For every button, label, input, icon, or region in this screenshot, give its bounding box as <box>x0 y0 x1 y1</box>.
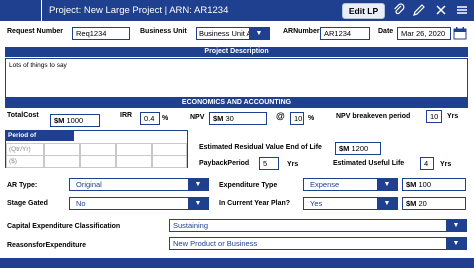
chevron-down-icon[interactable]: ▼ <box>377 198 397 209</box>
ar-number-label: ARNumber <box>283 28 320 35</box>
request-number-field[interactable]: Req1234 <box>72 27 130 40</box>
stage-gated-label: Stage Gated <box>7 200 48 207</box>
grid-cell[interactable] <box>44 155 80 168</box>
date-field[interactable]: Mar 26, 2020 <box>397 27 451 40</box>
capex-classification-label: Capital Expenditure Classification <box>7 223 121 230</box>
irr-unit: % <box>162 115 169 122</box>
total-cost-prefix: $M <box>54 116 67 125</box>
pencil-icon[interactable] <box>412 3 426 17</box>
page-title: Project: New Large Project | ARN: AR1234 <box>49 5 229 16</box>
date-label: Date <box>378 28 394 35</box>
project-description-field[interactable]: Lots of things to say <box>5 58 468 98</box>
chevron-down-icon[interactable]: ▼ <box>377 179 397 190</box>
chevron-down-icon[interactable]: ▼ <box>446 238 466 249</box>
at-symbol: @ <box>276 111 285 121</box>
useful-life-field[interactable]: 4 <box>420 157 434 170</box>
edit-lp-button[interactable]: Edit LP <box>342 3 385 19</box>
npv-label: NPV <box>190 114 205 121</box>
economics-header: ECONOMICS AND ACCOUNTING <box>5 98 468 108</box>
expenditure-amount-prefix: $M <box>406 180 419 189</box>
request-number-label: Request Number <box>7 28 64 35</box>
chevron-down-icon[interactable]: ▼ <box>188 179 208 190</box>
npv-value: 30 <box>225 114 234 123</box>
useful-life-unit: Yrs <box>440 161 452 168</box>
calendar-icon[interactable] <box>453 26 467 40</box>
chevron-down-icon[interactable]: ▼ <box>249 28 269 39</box>
reason-label: ReasonsforExpenditure <box>7 242 86 249</box>
current-year-value: Yes <box>310 199 323 208</box>
current-year-amount-value: 20 <box>418 199 427 208</box>
stage-gated-select[interactable]: No ▼ <box>69 197 209 210</box>
npv-prefix: $M <box>213 114 226 123</box>
menu-icon[interactable] <box>455 3 469 17</box>
residual-value-label: Estimated Residual Value End of Life <box>199 144 322 151</box>
ar-number-field[interactable]: AR1234 <box>320 27 370 40</box>
close-icon[interactable] <box>434 3 448 17</box>
current-year-select[interactable]: Yes ▼ <box>303 197 398 210</box>
npv-breakeven-unit: Yrs <box>447 113 459 120</box>
expenditure-type-select[interactable]: Expense ▼ <box>303 178 398 191</box>
expenditure-amount-field[interactable]: $M 100 <box>402 178 466 191</box>
title-divider <box>41 0 42 21</box>
total-cost-label: TotalCost <box>7 112 39 119</box>
reason-select[interactable]: New Product or Business ▼ <box>169 237 467 250</box>
project-description-header: Project Description <box>5 47 468 57</box>
useful-life-label: Estimated Useful Life <box>333 160 405 167</box>
total-cost-value: 1000 <box>66 116 84 125</box>
residual-value-field[interactable]: $M 1200 <box>335 142 381 155</box>
current-year-amount-prefix: $M <box>406 199 419 208</box>
irr-field[interactable]: 0.4 <box>140 112 160 125</box>
capex-classification-value: Sustaining <box>173 221 209 230</box>
capex-classification-select[interactable]: Sustaining ▼ <box>169 219 467 232</box>
reason-value: New Product or Business <box>173 239 258 248</box>
irr-label: IRR <box>120 112 133 119</box>
residual-value-prefix: $M <box>339 144 352 153</box>
ar-type-label: AR Type: <box>7 182 38 189</box>
paperclip-icon[interactable] <box>392 3 406 17</box>
npv-breakeven-field[interactable]: 10 <box>426 110 442 123</box>
stage-gated-value: No <box>76 199 86 208</box>
grid-cell[interactable] <box>116 155 152 168</box>
total-cost-field[interactable]: $M 1000 <box>50 114 100 127</box>
payback-label: PaybackPeriod <box>199 160 250 167</box>
period-expenditures-header: Period of Expenditures <box>6 131 74 149</box>
expenditure-type-value: Expense <box>310 180 340 189</box>
business-unit-select[interactable]: Business Unit A ▼ <box>196 27 270 40</box>
expenditure-type-label: Expenditure Type <box>219 182 278 189</box>
ar-type-value: Original <box>76 180 102 189</box>
grid-cell[interactable] <box>80 155 116 168</box>
period-amount-cell[interactable]: ($) <box>6 155 44 168</box>
period-expenditures-table: Period of Expenditures (Qtr/Yr) ($) <box>5 130 188 168</box>
footer-bar <box>0 258 474 268</box>
chevron-down-icon[interactable]: ▼ <box>188 198 208 209</box>
payback-field[interactable]: 5 <box>259 157 279 170</box>
title-bar: Project: New Large Project | ARN: AR1234… <box>0 0 474 21</box>
business-unit-label: Business Unit <box>140 28 187 35</box>
current-year-label: In Current Year Plan? <box>219 200 291 207</box>
npv-rate-unit: % <box>308 115 315 122</box>
business-unit-value: Business Unit A <box>199 29 252 38</box>
expenditure-amount-value: 100 <box>418 180 432 189</box>
grid-cell[interactable] <box>152 155 187 168</box>
payback-unit: Yrs <box>287 161 299 168</box>
residual-value-value: 1200 <box>351 144 369 153</box>
npv-field[interactable]: $M 30 <box>209 112 267 125</box>
npv-rate-field[interactable]: 10 <box>290 112 304 125</box>
ar-type-select[interactable]: Original ▼ <box>69 178 209 191</box>
npv-breakeven-label: NPV breakeven period <box>336 113 411 120</box>
chevron-down-icon[interactable]: ▼ <box>446 220 466 231</box>
current-year-amount-field[interactable]: $M 20 <box>402 197 466 210</box>
